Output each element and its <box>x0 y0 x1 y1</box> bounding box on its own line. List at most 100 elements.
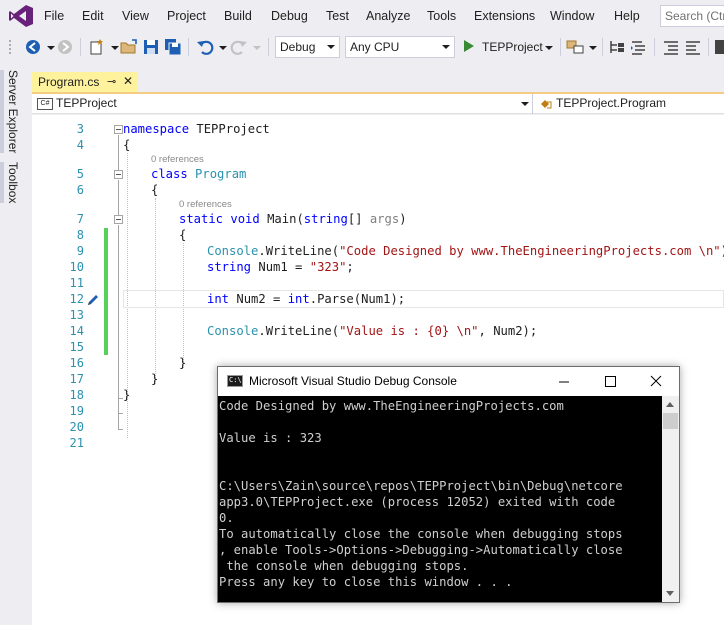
type-token: Console <box>207 324 259 338</box>
server-explorer-tab[interactable]: Server Explorer <box>0 70 20 154</box>
debug-console-window[interactable]: C:\ Microsoft Visual Studio Debug Consol… <box>217 366 680 603</box>
method-token: Main <box>267 212 297 226</box>
code-token: ; <box>346 260 354 274</box>
browser-link-dropdown-icon[interactable] <box>584 38 602 56</box>
document-tab-program-cs[interactable]: Program.cs ⊸ ✕ <box>32 72 138 94</box>
menu-debug[interactable]: Debug <box>271 9 308 23</box>
code-line-5: class Program <box>151 167 246 181</box>
start-debugging-dropdown-icon[interactable] <box>540 38 558 56</box>
server-explorer-label: Server Explorer <box>6 70 20 154</box>
code-line-10: string Num1 = "323"; <box>207 260 354 274</box>
navigate-back-icon[interactable] <box>24 38 42 56</box>
undo-icon[interactable] <box>196 38 214 56</box>
uncomment-lines-icon[interactable] <box>684 38 702 56</box>
standard-toolbar: Debug Any CPU TEPProject <box>0 32 724 62</box>
maximize-icon[interactable] <box>587 367 633 396</box>
solution-configuration-value: Debug <box>280 40 316 54</box>
collapse-method-toggle[interactable] <box>114 215 123 224</box>
menu-file[interactable]: File <box>44 9 64 23</box>
fold-line <box>118 135 119 170</box>
code-line-3: namespace TEPProject <box>123 122 270 136</box>
menu-help[interactable]: Help <box>614 9 640 23</box>
keyword-token: string <box>207 260 252 274</box>
edit-pencil-icon[interactable] <box>86 293 100 307</box>
chevron-down-icon <box>442 45 450 49</box>
tool-window-strip: Server Explorer Toolbox <box>0 62 32 625</box>
string-token: "Value is : {0} \n" <box>339 324 479 338</box>
references-codelens[interactable]: 0 references <box>179 199 232 210</box>
menu-analyze[interactable]: Analyze <box>366 9 410 23</box>
solution-platform-value: Any CPU <box>350 40 400 54</box>
punctuation-token: ) <box>399 212 407 226</box>
minimize-icon[interactable] <box>541 367 587 396</box>
menu-project[interactable]: Project <box>167 9 206 23</box>
line-number: 9 <box>76 244 84 258</box>
project-dropdown[interactable]: C# TEPProject <box>34 95 534 113</box>
navigation-bar: C# TEPProject TEPProject.Program <box>32 94 724 114</box>
solution-configuration-select[interactable]: Debug <box>275 36 340 58</box>
open-folder-icon[interactable] <box>120 38 138 56</box>
code-line-8: { <box>179 228 187 242</box>
keyword-token: void <box>230 212 260 226</box>
line-number: 7 <box>76 212 84 226</box>
code-line-18: } <box>123 388 131 402</box>
menu-window[interactable]: Window <box>550 9 594 23</box>
line-number: 6 <box>76 183 84 197</box>
collapse-class-toggle[interactable] <box>114 170 123 179</box>
scroll-up-icon[interactable] <box>666 402 674 407</box>
code-line-16: } <box>179 356 187 370</box>
close-icon[interactable]: ✕ <box>123 74 133 88</box>
class-dropdown[interactable]: TEPProject.Program <box>536 95 724 113</box>
start-debugging-label: TEPProject <box>482 40 543 54</box>
chevron-down-icon[interactable] <box>521 102 529 106</box>
toolbar-separator <box>602 38 603 56</box>
keyword-token: int <box>287 292 310 306</box>
menu-build[interactable]: Build <box>224 9 252 23</box>
references-codelens[interactable]: 0 references <box>151 154 204 165</box>
format-document-icon[interactable] <box>630 38 648 56</box>
redo-icon[interactable] <box>230 38 248 56</box>
toolbar-separator <box>80 38 81 56</box>
menu-view[interactable]: View <box>122 9 149 23</box>
scroll-down-icon[interactable] <box>666 591 674 596</box>
search-input[interactable]: Search (Ctrl+Q) <box>660 5 724 27</box>
save-icon[interactable] <box>142 38 160 56</box>
type-token: Program <box>195 167 247 181</box>
toolbox-label: Toolbox <box>6 162 20 204</box>
menu-extensions[interactable]: Extensions <box>474 9 535 23</box>
save-all-icon[interactable] <box>164 38 182 56</box>
navigate-forward-icon[interactable] <box>56 38 74 56</box>
line-number: 12 <box>69 292 84 306</box>
code-line-7: static void Main(string[] args) <box>179 212 407 226</box>
toolbox-tab[interactable]: Toolbox <box>0 162 20 204</box>
menu-tools[interactable]: Tools <box>427 9 456 23</box>
menu-bar: File Edit View Project Build Debug Test … <box>0 0 724 32</box>
toolbar-separator <box>188 38 189 56</box>
pin-icon[interactable]: ⊸ <box>107 75 116 88</box>
solution-explorer-icon[interactable] <box>608 38 626 56</box>
menu-test[interactable]: Test <box>326 9 349 23</box>
console-title-bar[interactable]: C:\ Microsoft Visual Studio Debug Consol… <box>218 367 679 396</box>
console-scrollbar[interactable] <box>662 396 679 602</box>
close-icon[interactable] <box>633 367 679 396</box>
console-output[interactable]: Code Designed by www.TheEngineeringProje… <box>218 396 662 602</box>
code-token: .Parse(Num1); <box>309 292 406 306</box>
solution-platform-select[interactable]: Any CPU <box>345 36 455 58</box>
redo-dropdown-icon[interactable] <box>248 38 266 56</box>
collapse-namespace-toggle[interactable] <box>114 125 123 134</box>
drag-handle-icon[interactable] <box>6 38 24 56</box>
bookmark-icon[interactable] <box>714 38 724 56</box>
menu-edit[interactable]: Edit <box>82 9 104 23</box>
visual-studio-logo-icon[interactable] <box>8 4 34 28</box>
console-line: the console when debugging stops. <box>219 559 469 573</box>
line-number: 4 <box>76 138 84 152</box>
new-project-icon[interactable] <box>88 38 106 56</box>
scrollbar-thumb[interactable] <box>663 413 678 429</box>
toolbar-separator <box>560 38 561 56</box>
browser-link-icon[interactable] <box>566 38 584 56</box>
keyword-token: string <box>303 212 348 226</box>
comment-lines-icon[interactable] <box>662 38 680 56</box>
console-line: 0. <box>219 511 234 525</box>
line-number: 5 <box>76 167 84 181</box>
